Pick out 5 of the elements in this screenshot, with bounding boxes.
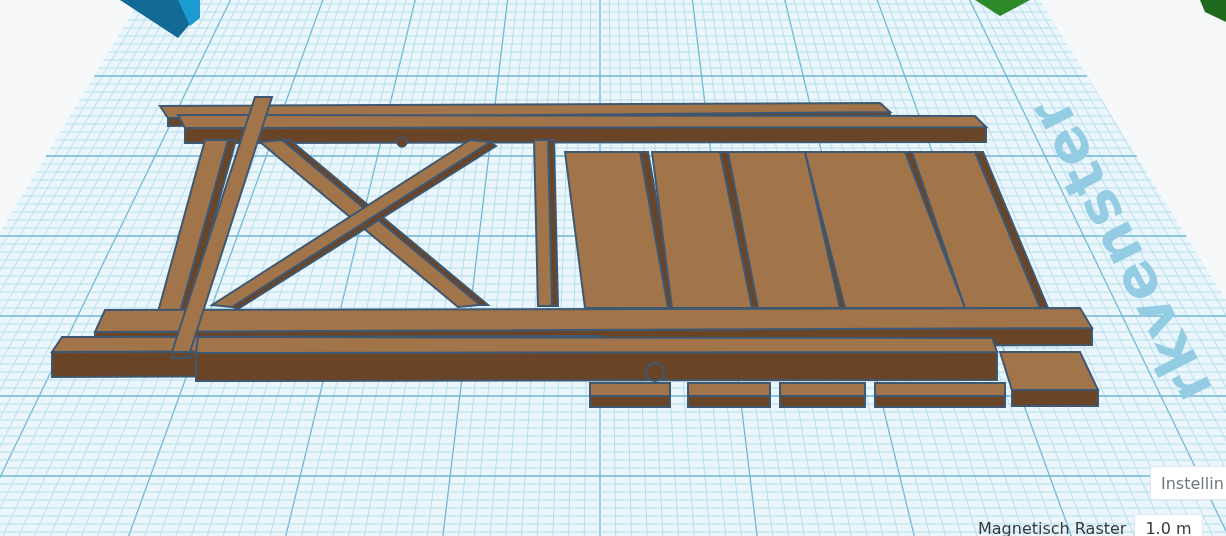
snap-grid-dropdown[interactable]: 1.0 m [1134,514,1203,536]
box-shape-drawing[interactable] [1200,0,1226,22]
box-shape-drawing[interactable] [120,0,200,38]
box-shape-drawing[interactable] [975,0,1030,16]
settings-button[interactable]: Instellin [1150,466,1226,500]
